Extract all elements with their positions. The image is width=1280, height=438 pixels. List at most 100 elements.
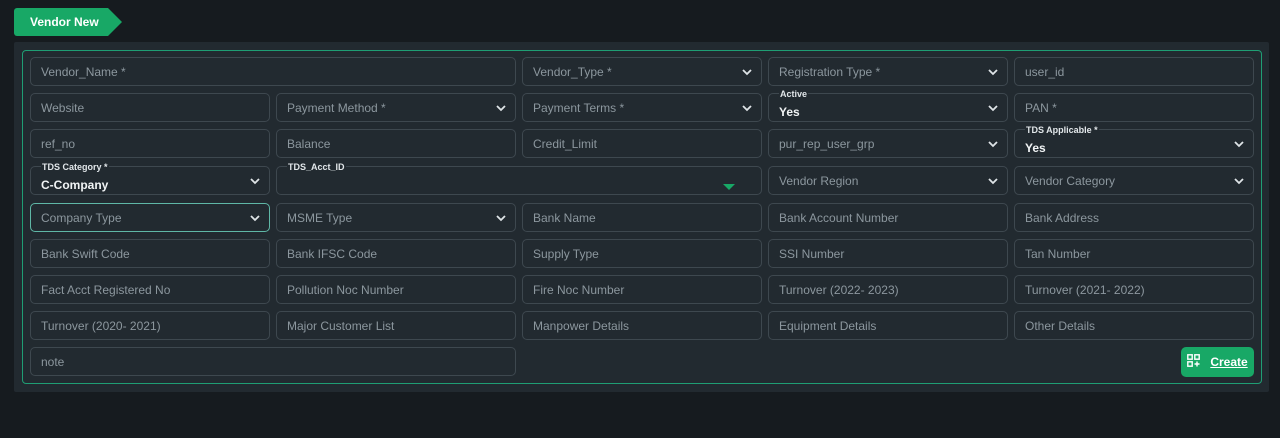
turnover-2020-2021-input[interactable]: Turnover (2020- 2021)	[30, 311, 270, 340]
vendor-category-placeholder: Vendor Category	[1025, 173, 1116, 188]
ssi-number-placeholder: SSI Number	[779, 246, 845, 261]
company-type-select[interactable]: Company Type	[30, 203, 270, 232]
create-label: Create	[1210, 355, 1248, 369]
turnover-2021-2022-input[interactable]: Turnover (2021- 2022)	[1014, 275, 1254, 304]
tds-applicable-label: TDS Applicable *	[1025, 124, 1099, 136]
tds-category-label: TDS Category *	[41, 161, 109, 173]
bank-swift-code-placeholder: Bank Swift Code	[41, 246, 130, 261]
tds-acct-id-autocomplete[interactable]: TDS_Acct_ID	[276, 161, 762, 195]
triangle-down-icon[interactable]	[723, 178, 735, 190]
active-value: Yes	[779, 104, 800, 119]
major-customer-list-input[interactable]: Major Customer List	[276, 311, 516, 340]
chevron-down-icon	[1234, 177, 1244, 185]
other-details-placeholder: Other Details	[1025, 318, 1096, 333]
user-id-placeholder: user_id	[1025, 64, 1065, 79]
bank-address-placeholder: Bank Address	[1025, 210, 1100, 225]
pollution-noc-number-input[interactable]: Pollution Noc Number	[276, 275, 516, 304]
tds-category-value: C-Company	[41, 177, 109, 192]
supply-type-placeholder: Supply Type	[533, 246, 599, 261]
chevron-down-icon	[988, 68, 998, 76]
credit-limit-placeholder: Credit_Limit	[533, 136, 598, 151]
chevron-down-icon	[250, 214, 260, 222]
bank-swift-code-input[interactable]: Bank Swift Code	[30, 239, 270, 268]
bank-name-placeholder: Bank Name	[533, 210, 596, 225]
chevron-down-icon	[1234, 140, 1244, 148]
payment-terms-select[interactable]: Payment Terms *	[522, 93, 762, 122]
vendor-region-select[interactable]: Vendor Region	[768, 166, 1008, 195]
pur-rep-user-grp-placeholder: pur_rep_user_grp	[779, 136, 875, 151]
website-input[interactable]: Website	[30, 93, 270, 122]
pan-input[interactable]: PAN *	[1014, 93, 1254, 122]
bank-account-number-placeholder: Bank Account Number	[779, 210, 899, 225]
pollution-noc-number-placeholder: Pollution Noc Number	[287, 282, 404, 297]
turnover-2022-2023-input[interactable]: Turnover (2022- 2023)	[768, 275, 1008, 304]
pur-rep-user-grp-select[interactable]: pur_rep_user_grp	[768, 129, 1008, 158]
vendor-form: Vendor_Name * Vendor_Type * Registration…	[22, 50, 1262, 384]
turnover-2020-2021-placeholder: Turnover (2020- 2021)	[41, 318, 161, 333]
form-panel: Vendor_Name * Vendor_Type * Registration…	[14, 42, 1269, 392]
website-placeholder: Website	[41, 100, 85, 115]
tds-applicable-select[interactable]: TDS Applicable * Yes	[1014, 124, 1254, 158]
balance-placeholder: Balance	[287, 136, 331, 151]
payment-method-select[interactable]: Payment Method *	[276, 93, 516, 122]
chevron-down-icon	[988, 104, 998, 112]
major-customer-list-placeholder: Major Customer List	[287, 318, 395, 333]
user-id-input[interactable]: user_id	[1014, 57, 1254, 86]
tds-category-select[interactable]: TDS Category * C-Company	[30, 161, 270, 195]
chevron-down-icon	[742, 68, 752, 76]
vendor-type-placeholder: Vendor_Type *	[533, 64, 612, 79]
other-details-input[interactable]: Other Details	[1014, 311, 1254, 340]
msme-type-select[interactable]: MSME Type	[276, 203, 516, 232]
equipment-details-input[interactable]: Equipment Details	[768, 311, 1008, 340]
create-button[interactable]: Create	[1181, 347, 1254, 377]
chevron-down-icon	[988, 177, 998, 185]
vendor-category-select[interactable]: Vendor Category	[1014, 166, 1254, 195]
fire-noc-number-input[interactable]: Fire Noc Number	[522, 275, 762, 304]
pan-placeholder: PAN *	[1025, 100, 1057, 115]
manpower-details-input[interactable]: Manpower Details	[522, 311, 762, 340]
chevron-down-icon	[742, 104, 752, 112]
tab-label: Vendor New	[30, 15, 99, 29]
equipment-details-placeholder: Equipment Details	[779, 318, 877, 333]
tab-vendor-new[interactable]: Vendor New	[14, 8, 122, 36]
balance-input[interactable]: Balance	[276, 129, 516, 158]
chevron-down-icon	[988, 140, 998, 148]
tds-acct-id-label: TDS_Acct_ID	[287, 161, 346, 173]
registration-type-select[interactable]: Registration Type *	[768, 57, 1008, 86]
ssi-number-input[interactable]: SSI Number	[768, 239, 1008, 268]
tds-applicable-value: Yes	[1025, 140, 1046, 155]
vendor-name-placeholder: Vendor_Name *	[41, 64, 126, 79]
active-label: Active	[779, 88, 809, 100]
bank-ifsc-code-placeholder: Bank IFSC Code	[287, 246, 378, 261]
fact-acct-registered-no-placeholder: Fact Acct Registered No	[41, 282, 171, 297]
registration-type-placeholder: Registration Type *	[779, 64, 881, 79]
tan-number-input[interactable]: Tan Number	[1014, 239, 1254, 268]
credit-limit-input[interactable]: Credit_Limit	[522, 129, 762, 158]
turnover-2021-2022-placeholder: Turnover (2021- 2022)	[1025, 282, 1145, 297]
note-placeholder: note	[41, 354, 65, 369]
turnover-2022-2023-placeholder: Turnover (2022- 2023)	[779, 282, 899, 297]
chevron-down-icon	[496, 214, 506, 222]
bank-address-input[interactable]: Bank Address	[1014, 203, 1254, 232]
fire-noc-number-placeholder: Fire Noc Number	[533, 282, 625, 297]
chevron-down-icon	[250, 177, 260, 185]
vendor-region-placeholder: Vendor Region	[779, 173, 859, 188]
bank-account-number-input[interactable]: Bank Account Number	[768, 203, 1008, 232]
vendor-name-input[interactable]: Vendor_Name *	[30, 57, 516, 86]
manpower-details-placeholder: Manpower Details	[533, 318, 630, 333]
vendor-type-select[interactable]: Vendor_Type *	[522, 57, 762, 86]
qr-add-icon	[1187, 354, 1201, 370]
fact-acct-registered-no-input[interactable]: Fact Acct Registered No	[30, 275, 270, 304]
msme-type-placeholder: MSME Type	[287, 210, 353, 225]
active-select[interactable]: Active Yes	[768, 88, 1008, 122]
supply-type-input[interactable]: Supply Type	[522, 239, 762, 268]
bank-name-input[interactable]: Bank Name	[522, 203, 762, 232]
chevron-down-icon	[496, 104, 506, 112]
ref-no-placeholder: ref_no	[41, 136, 76, 151]
bank-ifsc-code-input[interactable]: Bank IFSC Code	[276, 239, 516, 268]
ref-no-input[interactable]: ref_no	[30, 129, 270, 158]
payment-terms-placeholder: Payment Terms *	[533, 100, 625, 115]
payment-method-placeholder: Payment Method *	[287, 100, 386, 115]
note-input[interactable]: note	[30, 347, 516, 376]
company-type-placeholder: Company Type	[41, 210, 122, 225]
